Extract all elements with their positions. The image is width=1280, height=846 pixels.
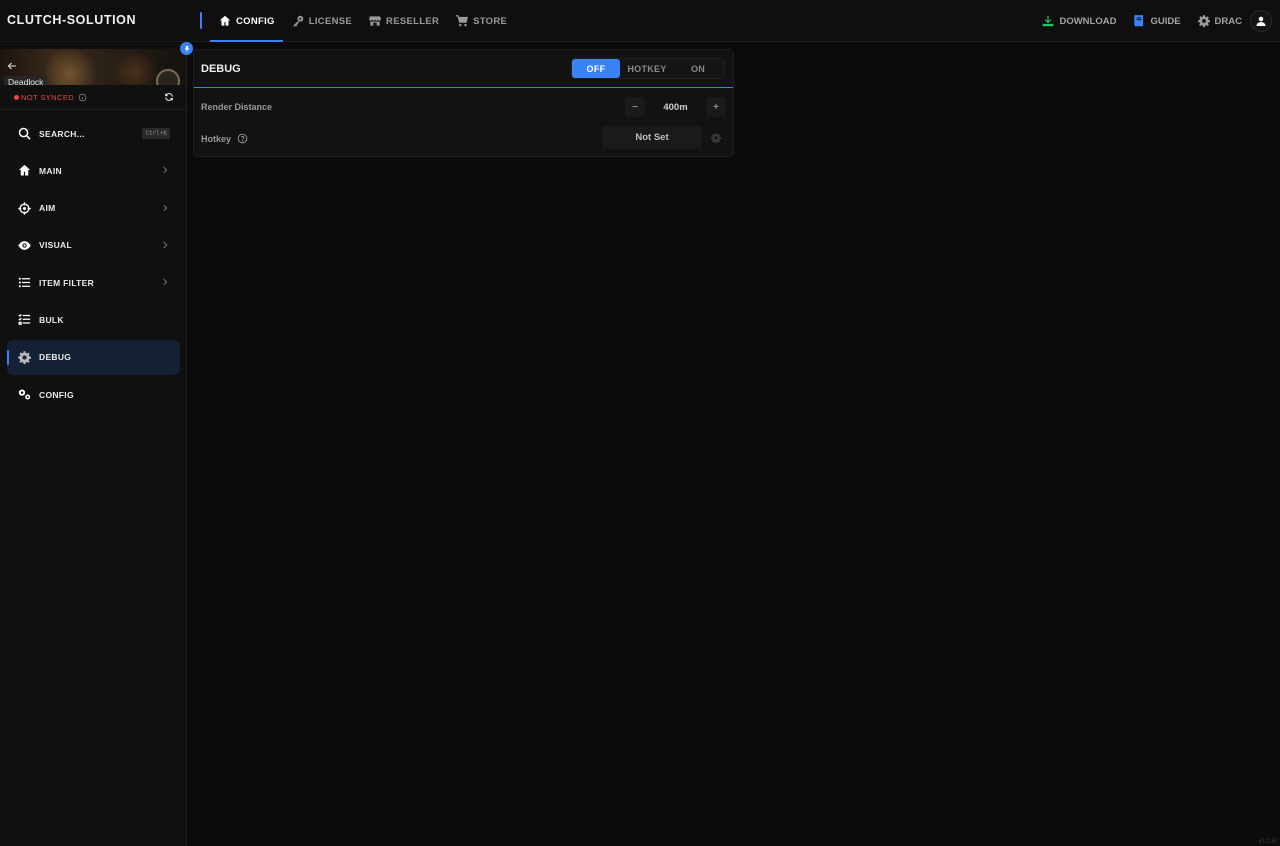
avatar[interactable]: [1250, 10, 1272, 32]
sidebar-item-bulk[interactable]: BULK: [7, 302, 180, 337]
book-icon: [1134, 15, 1144, 27]
sync-status-text: NOT SYNCED: [21, 92, 75, 102]
search-icon: [18, 127, 31, 140]
sidebar-item-main[interactable]: MAIN: [7, 153, 180, 188]
guide-button[interactable]: GUIDE: [1132, 14, 1181, 28]
sidebar-divider: [0, 109, 186, 110]
sidebar-item-label: CONFIG: [39, 389, 74, 400]
storefront-icon: [369, 16, 381, 26]
debug-panel-header: DEBUG OFF HOTKEY ON: [194, 50, 733, 88]
tab-store[interactable]: STORE: [447, 0, 515, 42]
back-arrow-icon[interactable]: [6, 60, 18, 72]
tab-license[interactable]: LICENSE: [283, 0, 360, 42]
sidebar-item-item-filter[interactable]: ITEM FILTER: [7, 265, 180, 300]
list-icon: [18, 278, 31, 288]
sidebar-item-label: BULK: [39, 314, 64, 325]
home-icon: [219, 15, 231, 26]
mode-hotkey-button[interactable]: HOTKEY: [620, 59, 674, 78]
sidebar: Deadlock NOT SYNCED SEARCH... Ctrl+K MAI…: [0, 43, 187, 846]
key-icon: [293, 15, 303, 27]
mode-off-button[interactable]: OFF: [572, 59, 620, 78]
user-icon: [1256, 16, 1266, 26]
download-button[interactable]: DOWNLOAD: [1041, 14, 1116, 28]
hotkey-row-label: Hotkey: [201, 133, 248, 144]
refresh-icon[interactable]: [164, 92, 174, 102]
gear-icon: [1197, 15, 1210, 28]
checklist-icon: [18, 314, 31, 326]
version-label: v3.0.87: [1258, 839, 1278, 845]
app-brand: CLUTCH-SOLUTION: [7, 13, 137, 27]
hotkey-settings-gear-icon[interactable]: [710, 132, 722, 144]
hotkey-bind-button[interactable]: Not Set: [602, 126, 702, 149]
sidebar-item-config[interactable]: CONFIG: [7, 377, 180, 412]
chevron-right-icon: [163, 167, 168, 174]
tab-license-label: LICENSE: [308, 15, 353, 27]
increment-button[interactable]: +: [706, 97, 726, 117]
render-distance-label: Render Distance: [201, 102, 273, 112]
sidebar-item-label: SEARCH...: [39, 128, 85, 139]
hotkey-label: Hotkey: [201, 133, 232, 144]
download-label: DOWNLOAD: [1059, 15, 1117, 27]
sidebar-item-label: VISUAL: [39, 240, 72, 251]
main-nav: CONFIG LICENSE RESELLER STORE: [210, 0, 515, 42]
render-distance-value: 400m: [663, 101, 688, 113]
sidebar-menu: SEARCH... Ctrl+K MAIN AIM VISUAL ITEM FI…: [7, 116, 180, 414]
sidebar-item-debug[interactable]: DEBUG: [7, 339, 180, 375]
sync-status: NOT SYNCED: [14, 91, 174, 103]
game-banner[interactable]: Deadlock: [0, 49, 186, 85]
game-name: Deadlock: [4, 76, 48, 85]
tab-store-label: STORE: [473, 15, 508, 27]
game-medal-icon: [156, 69, 180, 85]
gears-icon: [18, 389, 31, 400]
panel-title: DEBUG: [201, 63, 241, 75]
brand-divider: [200, 12, 202, 29]
tab-reseller-label: RESELLER: [386, 15, 440, 27]
pin-button[interactable]: [180, 42, 193, 55]
decrement-button[interactable]: −: [625, 97, 645, 117]
guide-label: GUIDE: [1150, 15, 1181, 27]
mode-on-button[interactable]: ON: [674, 59, 722, 78]
sidebar-item-label: MAIN: [39, 165, 62, 176]
tab-config[interactable]: CONFIG: [210, 0, 283, 42]
mode-toggle: OFF HOTKEY ON: [571, 58, 725, 79]
tab-reseller[interactable]: RESELLER: [360, 0, 447, 42]
info-icon[interactable]: [78, 93, 87, 102]
crosshair-icon: [18, 201, 31, 215]
sidebar-item-label: ITEM FILTER: [39, 277, 95, 288]
sidebar-item-visual[interactable]: VISUAL: [7, 228, 180, 263]
download-icon: [1043, 15, 1054, 27]
sync-status-dot: [14, 94, 19, 100]
sidebar-item-search[interactable]: SEARCH... Ctrl+K: [7, 116, 180, 151]
tab-config-label: CONFIG: [236, 15, 275, 27]
sidebar-item-label: DEBUG: [39, 352, 72, 363]
debug-panel: DEBUG OFF HOTKEY ON Render Distance − 40…: [193, 49, 734, 157]
cart-icon: [456, 15, 469, 27]
user-label: DRAC: [1214, 15, 1242, 27]
eye-icon: [18, 241, 31, 250]
user-settings-button[interactable]: DRAC: [1197, 14, 1242, 28]
top-bar: CLUTCH-SOLUTION CONFIG LICENSE RESELLER …: [0, 0, 1280, 42]
chevron-right-icon: [163, 278, 168, 286]
chevron-right-icon: [163, 241, 168, 249]
sidebar-item-aim[interactable]: AIM: [7, 191, 180, 226]
help-icon[interactable]: [237, 133, 248, 144]
chevron-right-icon: [163, 204, 168, 211]
render-distance-stepper: − 400m +: [625, 97, 726, 117]
gear-icon: [18, 351, 31, 364]
sidebar-item-label: AIM: [39, 203, 56, 214]
home-icon: [18, 165, 31, 176]
top-right-actions: DOWNLOAD GUIDE DRAC: [1041, 0, 1272, 42]
pin-icon: [184, 45, 189, 52]
search-shortcut-badge: Ctrl+K: [142, 128, 170, 139]
